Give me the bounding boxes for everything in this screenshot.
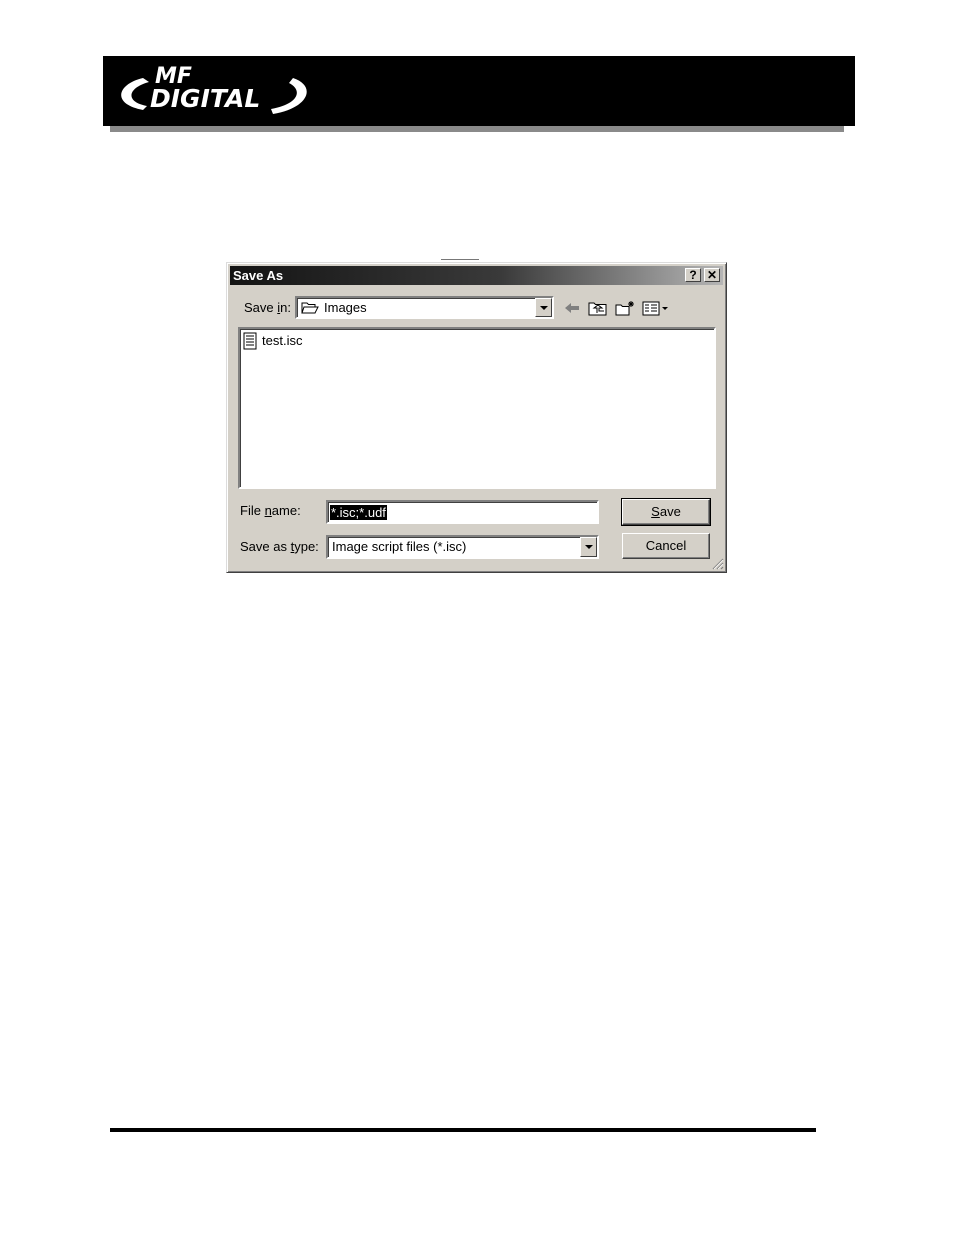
save-in-dropdown[interactable]: Images <box>295 296 554 319</box>
view-menu-icon[interactable] <box>641 299 671 317</box>
back-icon[interactable] <box>561 299 583 317</box>
save-as-dialog: Save As ? ✕ Save in: Images test.isc Fil… <box>226 262 727 573</box>
folder-icon <box>301 302 319 314</box>
file-name-input[interactable]: *.isc;*.udf <box>326 500 599 524</box>
create-new-folder-icon[interactable] <box>614 299 636 317</box>
resize-grip-icon[interactable] <box>710 556 724 570</box>
save-in-dropdown-arrow[interactable] <box>535 298 552 317</box>
save-button[interactable]: Save <box>621 498 711 526</box>
help-button[interactable]: ? <box>685 268 701 282</box>
mf-digital-logo: MF DIGITAL <box>103 56 308 126</box>
close-button[interactable]: ✕ <box>704 268 720 282</box>
up-one-level-icon[interactable] <box>587 299 609 317</box>
save-as-type-dropdown[interactable]: Image script files (*.isc) <box>326 535 599 559</box>
file-name-label: File name: <box>240 503 301 518</box>
footer-rule <box>110 1128 816 1132</box>
text-file-icon <box>243 332 257 350</box>
file-name-value: *.isc;*.udf <box>330 505 387 520</box>
file-name: test.isc <box>262 333 303 348</box>
header-banner: MF DIGITAL <box>103 56 855 126</box>
save-as-type-dropdown-arrow[interactable] <box>580 537 597 557</box>
dialog-title: Save As <box>233 268 284 283</box>
save-in-label: Save in: <box>244 300 291 315</box>
title-bar[interactable]: Save As ? ✕ <box>230 266 723 285</box>
save-as-type-value: Image script files (*.isc) <box>332 539 467 554</box>
file-list[interactable]: test.isc <box>238 327 716 489</box>
save-as-type-label: Save as type: <box>240 539 319 554</box>
svg-text:DIGITAL: DIGITAL <box>150 84 260 113</box>
cancel-button[interactable]: Cancel <box>622 533 710 559</box>
save-in-value: Images <box>324 300 367 315</box>
